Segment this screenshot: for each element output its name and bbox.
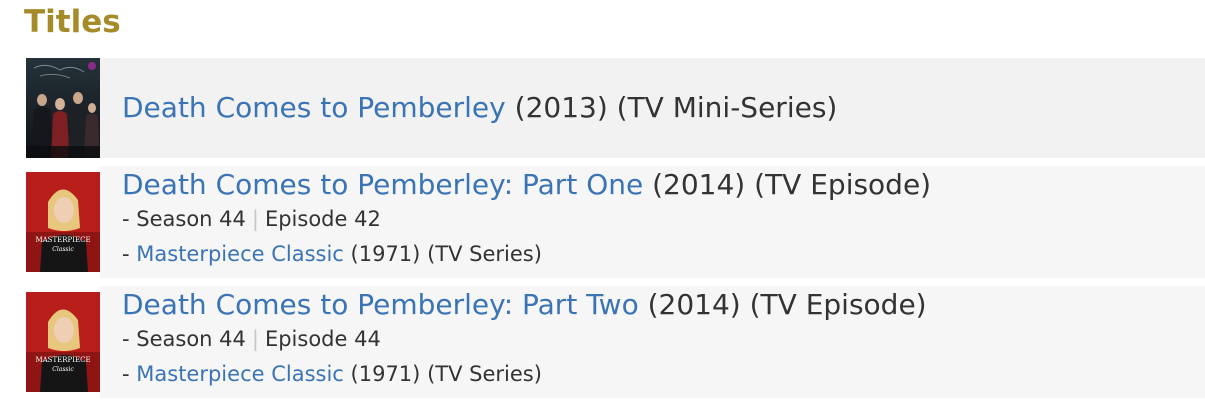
season-label: - Season 44: [122, 207, 246, 231]
separator: |: [251, 327, 259, 351]
poster-text-classic: Classic: [52, 246, 74, 253]
mini-series-poster-image[interactable]: [26, 58, 100, 158]
result-title-line: Death Comes to Pemberley (2013) (TV Mini…: [122, 91, 1205, 125]
result-title-line: Death Comes to Pemberley: Part Two (2014…: [122, 288, 1205, 322]
poster-thumbnail[interactable]: MASTERPIECE Classic: [26, 166, 100, 278]
title-year: (2014): [647, 288, 741, 321]
poster-text-masterpiece: MASTERPIECE: [35, 356, 90, 364]
poster-thumbnail[interactable]: MASTERPIECE Classic: [26, 286, 100, 398]
title-link[interactable]: Death Comes to Pemberley: Part One: [122, 168, 643, 201]
title-results-list: Death Comes to Pemberley (2013) (TV Mini…: [26, 58, 1205, 398]
separator: |: [251, 207, 259, 231]
series-link[interactable]: Masterpiece Classic: [136, 242, 344, 266]
title-year: (2014): [652, 168, 746, 201]
result-text: Death Comes to Pemberley (2013) (TV Mini…: [100, 58, 1205, 158]
series-line: - Masterpiece Classic (1971) (TV Series): [122, 357, 1205, 392]
series-type: (TV Series): [427, 242, 542, 266]
poster-text-classic: Classic: [52, 366, 74, 373]
title-type: (TV Mini-Series): [616, 91, 838, 124]
result-title-line: Death Comes to Pemberley: Part One (2014…: [122, 168, 1205, 202]
episode-label: Episode 42: [264, 207, 381, 231]
section-title: Titles: [24, 4, 121, 40]
title-type: (TV Episode): [754, 168, 932, 201]
season-label: - Season 44: [122, 327, 246, 351]
list-item: MASTERPIECE Classic Death Comes to Pembe…: [26, 166, 1205, 278]
episode-label: Episode 44: [264, 327, 381, 351]
poster-thumbnail[interactable]: [26, 58, 100, 158]
series-prefix: -: [122, 242, 137, 266]
series-prefix: -: [122, 362, 137, 386]
season-episode-line: - Season 44 | Episode 44: [122, 322, 1205, 357]
series-year: (1971): [350, 362, 421, 386]
masterpiece-classic-poster-image[interactable]: MASTERPIECE Classic: [26, 172, 100, 272]
series-link[interactable]: Masterpiece Classic: [136, 362, 344, 386]
list-item: Death Comes to Pemberley (2013) (TV Mini…: [26, 58, 1205, 158]
masterpiece-classic-poster-image[interactable]: MASTERPIECE Classic: [26, 292, 100, 392]
title-link[interactable]: Death Comes to Pemberley: Part Two: [122, 288, 639, 321]
poster-text-masterpiece: MASTERPIECE: [35, 236, 90, 244]
season-episode-line: - Season 44 | Episode 42: [122, 202, 1205, 237]
title-link[interactable]: Death Comes to Pemberley: [122, 91, 506, 124]
series-year: (1971): [350, 242, 421, 266]
list-item: MASTERPIECE Classic Death Comes to Pembe…: [26, 286, 1205, 398]
series-type: (TV Series): [427, 362, 542, 386]
result-text: Death Comes to Pemberley: Part One (2014…: [100, 166, 1205, 278]
series-line: - Masterpiece Classic (1971) (TV Series): [122, 237, 1205, 272]
title-type: (TV Episode): [749, 288, 927, 321]
title-year: (2013): [514, 91, 608, 124]
result-text: Death Comes to Pemberley: Part Two (2014…: [100, 286, 1205, 398]
